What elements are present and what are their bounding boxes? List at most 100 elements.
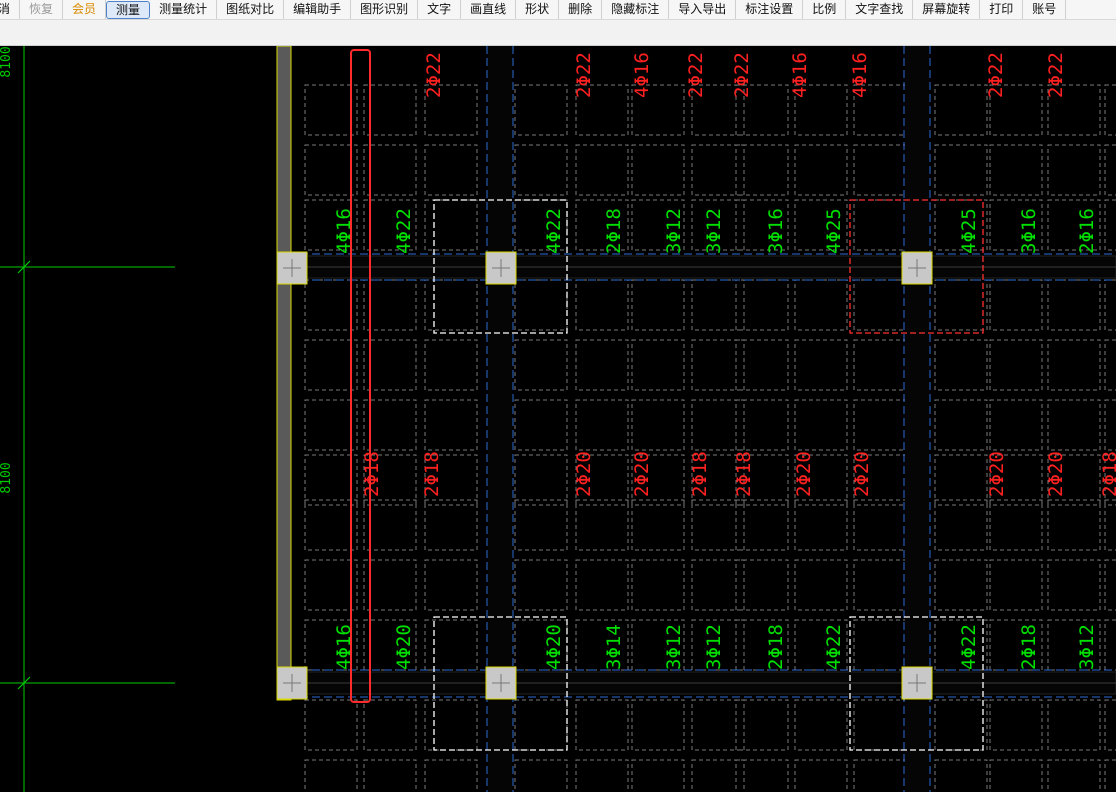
slab-cell [794,759,848,792]
rebar-label: 2Φ18 [421,451,443,497]
slab-cell [934,144,988,196]
rebar-label: 3Φ12 [703,624,725,670]
slab-cell [631,144,685,196]
rebar-label: 4Φ16 [789,52,811,98]
rebar-label: 2Φ18 [603,208,625,254]
rebar-label: 3Φ14 [603,624,625,670]
slab-cell [853,199,907,251]
rebar-label: 3Φ16 [1018,208,1040,254]
slab-cell [934,559,988,611]
edge-wall [276,46,292,701]
slab-cell [989,559,1043,611]
slab-cell [631,759,685,792]
toolbar-button-9[interactable]: 画直线 [461,0,517,19]
slab-cell [1104,499,1116,551]
toolbar-button-0[interactable]: 消 [0,0,21,19]
measure-selection[interactable] [350,49,371,703]
rebar-label: 4Φ16 [849,52,871,98]
toolbar-button-11[interactable]: 删除 [559,0,603,19]
slab-cell [934,759,988,792]
slab-cell [853,399,907,451]
slab-cell [363,339,417,391]
slab-cell [631,279,685,331]
dimension-label: 8100 [0,462,14,493]
rebar-label: 2Φ16 [1076,208,1098,254]
slab-cell [424,619,478,671]
slab-cell [304,399,358,451]
toolbar-button-19[interactable]: 账号 [1023,0,1067,19]
toolbar-button-2[interactable]: 会员 [63,0,107,19]
slab-cell [1104,699,1116,751]
slab-cell [514,279,568,331]
rebar-label: 2Φ18 [1018,624,1040,670]
toolbar-button-18[interactable]: 打印 [980,0,1024,19]
slab-cell [989,499,1043,551]
slab-cell [304,454,358,506]
slab-cell [631,499,685,551]
rebar-label: 2Φ20 [986,451,1008,497]
toolbar-button-5[interactable]: 图纸对比 [217,0,285,19]
toolbar-button-14[interactable]: 标注设置 [736,0,804,19]
slab-cell [363,759,417,792]
slab-cell [514,339,568,391]
slab-cell [853,559,907,611]
rebar-label: 3Φ16 [765,208,787,254]
slab-cell [575,559,629,611]
slab-cell [853,279,907,331]
rebar-label: 4Φ22 [543,208,565,254]
toolbar-button-1[interactable]: 恢复 [20,0,64,19]
slab-cell [304,559,358,611]
slab-cell [1104,199,1116,251]
toolbar-button-8[interactable]: 文字 [418,0,462,19]
slab-cell [1104,84,1116,136]
toolbar-button-3[interactable]: 测量 [106,0,151,19]
slab-cell [424,699,478,751]
rebar-label: 3Φ12 [663,624,685,670]
toolbar-button-6[interactable]: 编辑助手 [284,0,352,19]
rebar-label: 2Φ18 [689,451,711,497]
rebar-label: 2Φ20 [1045,451,1067,497]
toolbar-button-7[interactable]: 图形识别 [351,0,419,19]
toolbar-button-10[interactable]: 形状 [516,0,560,19]
edge-wall [276,46,292,701]
slab-cell [989,699,1043,751]
slab-cell [853,759,907,792]
slab-cell [1047,399,1101,451]
slab-cell [424,144,478,196]
measure-highlight-rect[interactable] [350,49,371,703]
toolbar-button-15[interactable]: 比例 [803,0,847,19]
slab-cell [304,279,358,331]
toolbar-button-4[interactable]: 测量统计 [150,0,218,19]
rebar-label: 4Φ22 [958,624,980,670]
slab-cell [1047,759,1101,792]
rebar-label: 2Φ20 [631,451,653,497]
toolbar-button-13[interactable]: 导入导出 [669,0,737,19]
slab-cell [424,759,478,792]
slab-cell [575,699,629,751]
toolbar-button-16[interactable]: 文字查找 [846,0,914,19]
sub-toolbar [0,20,1116,46]
slab-cell [514,399,568,451]
slab-cell [631,399,685,451]
slab-cell [575,339,629,391]
slab-cell [1047,559,1101,611]
rebar-label: 2Φ18 [733,451,755,497]
slab-cell [514,499,568,551]
slab-cell [424,399,478,451]
slab-cell [575,279,629,331]
slab-cell [1047,144,1101,196]
slab-cell [934,84,988,136]
slab-cell [363,144,417,196]
toolbar-button-12[interactable]: 隐藏标注 [602,0,670,19]
toolbar-button-17[interactable]: 屏幕旋转 [913,0,981,19]
drawing-canvas[interactable]: 8100 8100 2Φ22 2Φ22 4Φ16 2Φ22 2Φ22 4Φ16 4Φ16 2Φ2… [0,46,1116,792]
slab-cell [304,759,358,792]
slab-cell [575,499,629,551]
slab-cell [631,339,685,391]
slab-cell [304,339,358,391]
rebar-label: 2Φ20 [851,451,873,497]
slab-cell [363,84,417,136]
slab-cell [1047,339,1101,391]
rebar-label: 2Φ20 [793,451,815,497]
slab-cell [304,699,358,751]
